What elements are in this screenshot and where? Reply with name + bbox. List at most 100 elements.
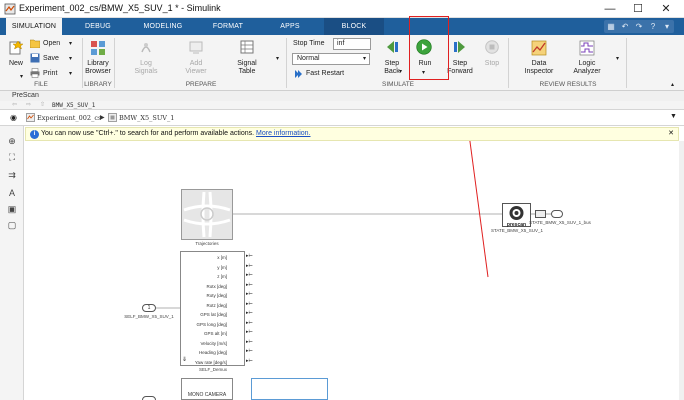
stop-time-input[interactable]: inf — [333, 38, 371, 50]
chevron-down-icon[interactable]: ▾ — [69, 70, 72, 77]
annotation-icon[interactable]: A — [7, 188, 17, 198]
chevron-down-icon[interactable]: ▾ — [616, 55, 619, 62]
tab-debug[interactable]: DEBUG — [72, 18, 124, 35]
undo-icon[interactable]: ↶ — [618, 20, 632, 33]
model-icon — [26, 113, 35, 122]
image-icon[interactable]: ▣ — [7, 204, 17, 214]
close-window-button[interactable]: ✕ — [652, 1, 680, 17]
print-button[interactable]: Print — [43, 70, 57, 77]
breadcrumb-separator-icon: ▶ — [100, 114, 105, 121]
self-demux-block[interactable]: x [m] y [m] z [m] Rotx [deg] Roty [deg] … — [180, 251, 245, 366]
help-icon[interactable]: ? — [646, 20, 660, 33]
breadcrumb-child[interactable]: BMW_X5_SUV_1 — [119, 114, 174, 122]
left-toolbar: ⊕ ⛶ ⇉ A ▣ ▢ — [0, 126, 24, 400]
step-forward-icon — [454, 41, 465, 53]
model-tab[interactable]: BMW_X5_SUV_1 — [52, 102, 95, 109]
chevron-down-icon[interactable]: ▾ — [69, 40, 72, 47]
signal-table-button[interactable]: Signal Table — [229, 60, 265, 76]
output-arrow-icon: ▸⊢ — [246, 357, 253, 364]
forward-arrow-icon[interactable]: ⇨ — [26, 101, 31, 108]
info-banner: i You can now use "Ctrl+." to search for… — [25, 127, 679, 141]
chevron-down-icon[interactable]: ▾ — [276, 55, 279, 62]
trajectories-block[interactable] — [181, 189, 233, 240]
signal-table-icon — [240, 40, 254, 54]
collapse-ribbon-icon[interactable]: ▴ — [671, 81, 674, 88]
back-arrow-icon[interactable]: ⇦ — [12, 101, 17, 108]
selected-block[interactable] — [251, 378, 328, 400]
chevron-down-icon[interactable]: ▾ — [660, 20, 674, 33]
output-arrow-icon: ▸⊢ — [246, 338, 253, 345]
output-arrow-icon: ▸⊢ — [246, 262, 253, 269]
bus-outport-block[interactable] — [551, 210, 563, 218]
route-lines-icon[interactable]: ⇉ — [7, 170, 17, 180]
zoom-icon[interactable]: ⊕ — [7, 136, 17, 146]
bus-selector-block[interactable] — [535, 210, 546, 218]
demux-port-label: GPS long [deg] — [196, 321, 227, 327]
logic-analyzer-button[interactable]: Logic Analyzer — [566, 60, 608, 76]
data-inspector-button[interactable]: Data Inspector — [518, 60, 560, 76]
vertical-scrollbar[interactable] — [679, 141, 684, 400]
library-browser-icon — [91, 41, 105, 55]
stop-icon — [485, 40, 499, 54]
chevron-down-icon[interactable]: ▾ — [20, 73, 23, 80]
review-results-group-label: REVIEW RESULTS — [539, 81, 597, 88]
demux-port-label: Roty [deg] — [206, 293, 227, 298]
minimize-button[interactable]: — — [596, 1, 624, 17]
open-button[interactable]: Open — [43, 40, 60, 47]
run-highlight-box — [409, 16, 449, 80]
tab-format[interactable]: FORMAT — [202, 18, 254, 35]
camera-inport-block[interactable] — [142, 396, 156, 400]
mono-camera-block[interactable]: MONO CAMERA — [181, 378, 233, 400]
breadcrumb-root[interactable]: Experiment_002_cs — [37, 114, 101, 122]
library-browser-button[interactable]: Library Browser — [83, 60, 113, 76]
fast-restart-icon — [295, 70, 302, 78]
output-arrow-icon: ▸⊢ — [246, 310, 253, 316]
prescan-logo-icon — [509, 206, 524, 220]
self-inport-block[interactable]: 1 — [142, 304, 156, 312]
print-icon — [30, 68, 40, 78]
save-button[interactable]: Save — [43, 55, 59, 62]
demux-port-label: x [m] — [217, 255, 227, 260]
tab-apps[interactable]: APPS — [264, 18, 316, 35]
demux-port-label: GPS alt [m] — [203, 331, 227, 336]
file-group-label: FILE — [34, 81, 48, 88]
library-group-label: LIBRARY — [84, 81, 112, 88]
close-icon[interactable]: ✕ — [666, 129, 676, 139]
area-icon[interactable]: ▢ — [7, 220, 17, 230]
tab-block[interactable]: BLOCK — [324, 18, 384, 35]
new-icon[interactable] — [8, 40, 24, 56]
trajectory-icon — [183, 191, 231, 238]
hide-explorer-icon[interactable]: ◉ — [10, 113, 17, 122]
model-canvas[interactable]: Trajectories prescan STATE_BMW_X5_SUV_1 … — [25, 141, 679, 400]
stop-button[interactable]: Stop — [478, 60, 506, 68]
chevron-down-icon[interactable]: ▾ — [399, 68, 402, 75]
output-arrow-icon: ▸⊢ — [246, 272, 253, 278]
demux-port-label: Velocity [m/s] — [200, 340, 227, 346]
chevron-down-icon[interactable]: ▼ — [670, 113, 677, 120]
log-signals-button[interactable]: Log Signals — [128, 60, 164, 76]
tab-modeling[interactable]: MODELING — [134, 18, 192, 35]
redo-icon[interactable]: ↷ — [632, 20, 646, 33]
tab-simulation[interactable]: SIMULATION — [6, 18, 62, 35]
stop-time-label: Stop Time — [293, 40, 325, 47]
add-viewer-button[interactable]: Add Viewer — [178, 60, 214, 76]
simulation-mode-select[interactable]: Normal ▾ — [292, 53, 370, 65]
output-arrow-icon: ▸⊢ — [246, 348, 253, 354]
up-arrow-icon[interactable]: ⇧ — [40, 101, 45, 108]
maximize-button[interactable]: ☐ — [624, 1, 652, 17]
output-arrow-icon: ▸⊢ — [246, 329, 253, 335]
fast-restart-button[interactable]: Fast Restart — [306, 70, 344, 77]
chevron-down-icon[interactable]: ▾ — [69, 55, 72, 62]
new-button[interactable]: New — [6, 60, 26, 68]
output-arrow-icon: ▸⊢ — [246, 291, 253, 297]
output-arrow-icon: ▸⊢ — [246, 253, 253, 259]
grid-icon[interactable]: ▦ — [604, 20, 618, 33]
demux-port-label: GPS lat [deg] — [200, 312, 227, 317]
output-arrow-icon: ▸⊢ — [246, 300, 253, 307]
demux-port-label: Yaw rate [deg/s] — [194, 359, 227, 365]
breadcrumb: ◉ Experiment_002_cs ▶ BMW_X5_SUV_1 ▼ — [0, 110, 684, 126]
fit-view-icon[interactable]: ⛶ — [7, 152, 17, 162]
separator — [286, 38, 287, 88]
more-information-link[interactable]: More information. — [256, 130, 310, 137]
logic-analyzer-icon — [579, 40, 595, 56]
